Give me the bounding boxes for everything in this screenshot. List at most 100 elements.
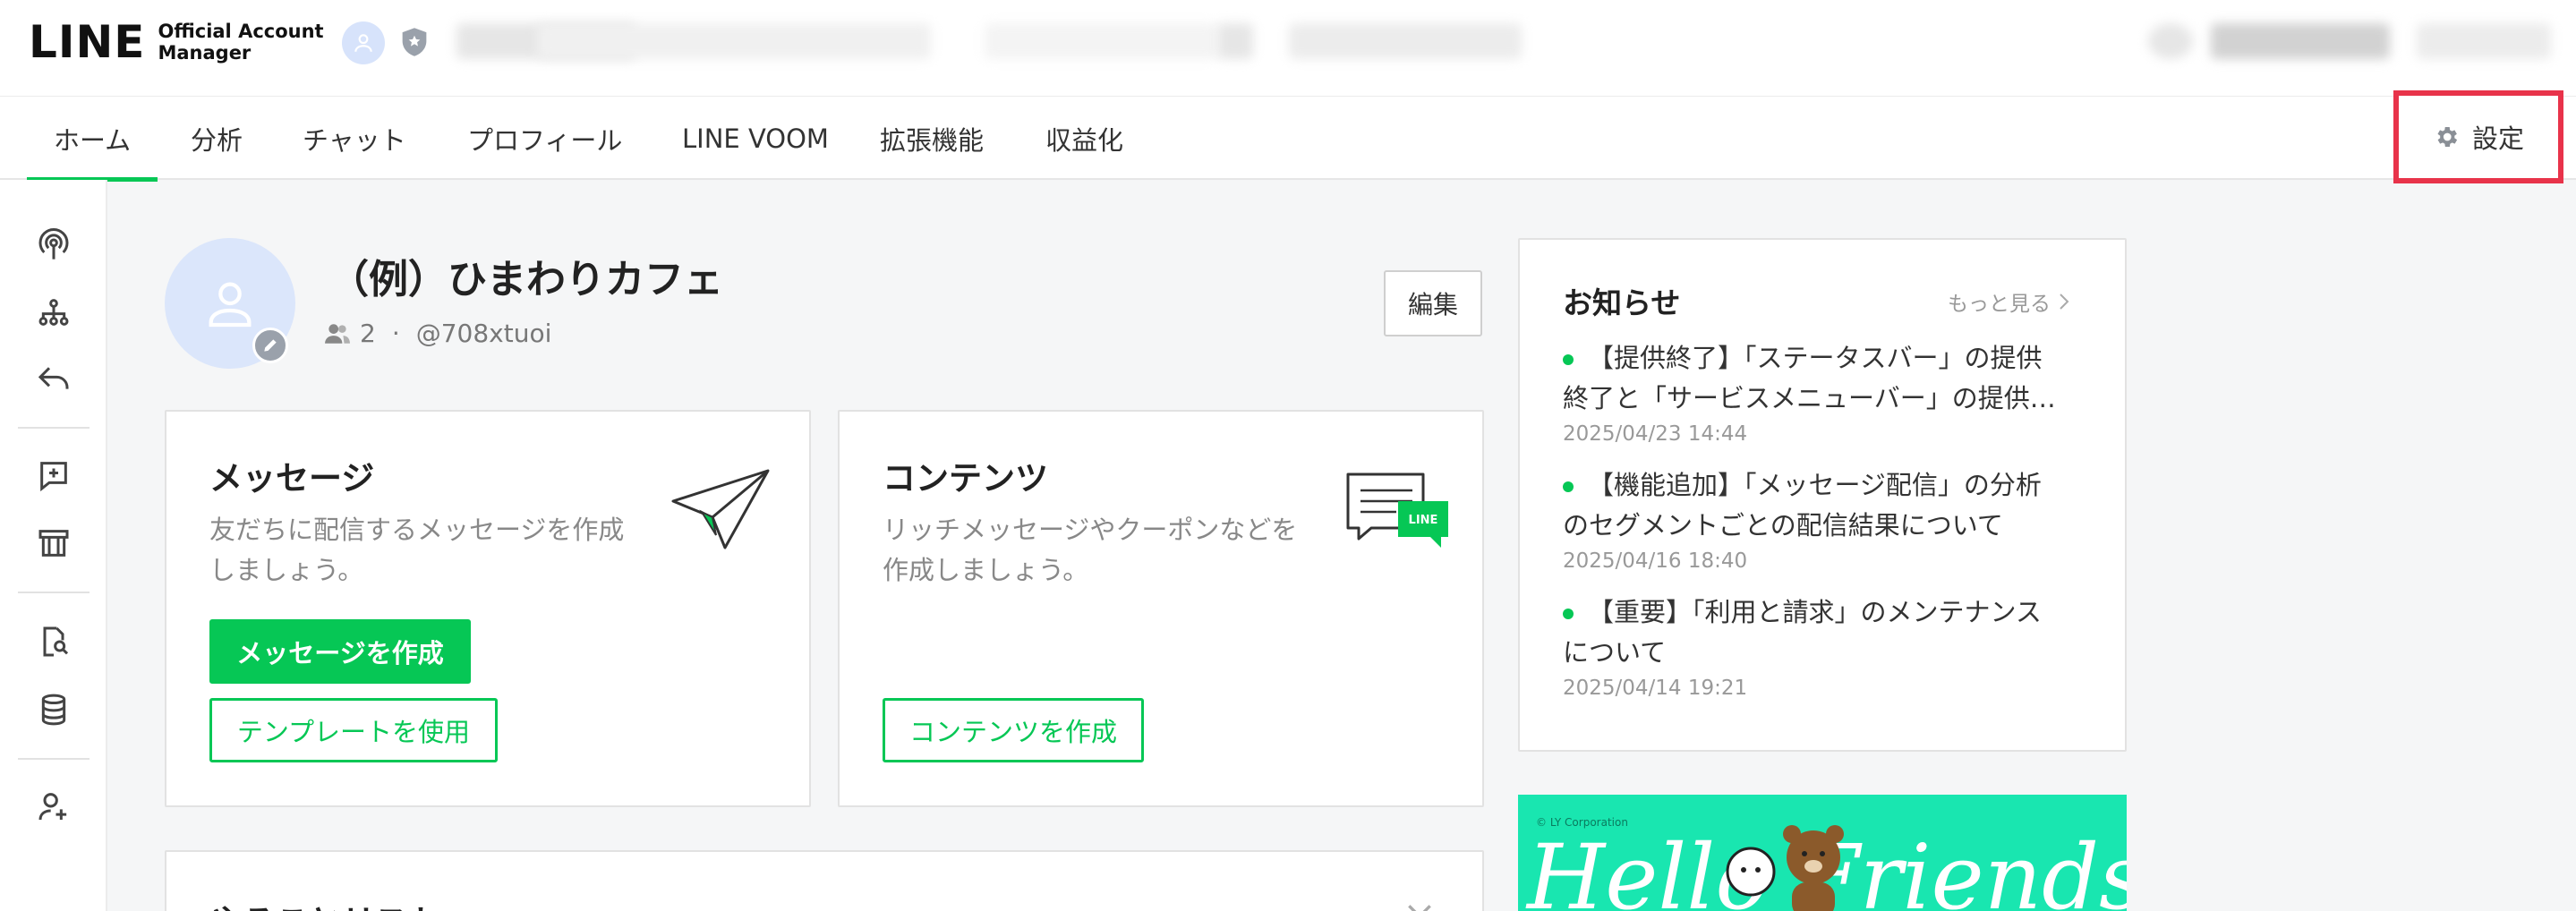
tab-analytics[interactable]: 分析 [191,97,243,180]
friends-count: 2 [360,319,376,348]
blurred-info [1289,23,1522,59]
main-nav: ホーム 分析 チャット プロフィール LINE VOOM 拡張機能 収益化 [0,97,2576,182]
content-card-description: リッチメッセージやクーポンなどを 作成しましょう。 [883,510,1297,591]
hierarchy-icon [38,299,69,326]
logo-sub-line2: Manager [158,42,252,64]
todo-list-title: やることリスト [209,895,441,911]
create-message-button[interactable]: メッセージを作成 [209,619,471,684]
news-item-text: 【機能追加】「メッセージ配信」の分析のセグメントごとの配信結果について [1563,465,2064,546]
sidebar-item-step-message[interactable] [32,291,75,334]
line-badge-text: LINE [1408,514,1438,527]
message-card-description: 友だちに配信するメッセージを作成 しましょう。 [209,510,624,591]
shop-icon [38,530,69,557]
edit-profile-button[interactable]: 編集 [1384,270,1482,336]
sidebar-item-add-friends[interactable] [32,785,75,828]
document-search-icon [43,626,69,657]
blurred-user-menu[interactable] [2417,23,2551,59]
news-more-label: もっと見る [1948,293,2051,316]
sidebar-item-coupon[interactable] [32,620,75,663]
news-line: 【重要】「利用と請求」のメンテナンス [1588,597,2042,627]
tab-label: 拡張機能 [880,124,985,156]
news-line: 【機能追加】「メッセージ配信」の分析 [1588,470,2042,500]
tab-label: 収益化 [1045,124,1124,156]
left-sidebar [0,180,107,911]
news-item[interactable]: 【提供終了】「ステータスバー」の提供 終了と「サービスメニューバー」の提供… 20… [1563,338,2064,446]
characters-illustration [1726,825,1844,911]
news-item[interactable]: 【機能追加】「メッセージ配信」の分析 のセグメントごとの配信結果について 2025… [1563,465,2064,573]
blurred-info [985,23,1217,59]
database-icon [41,694,66,726]
sidebar-divider [18,592,90,593]
news-item-date: 2025/04/14 19:21 [1563,677,1748,700]
desc-line: 友だちに配信するメッセージを作成 [209,515,625,545]
desc-line: 作成しましょう。 [883,555,1089,585]
tab-chat[interactable]: チャット [303,97,406,180]
desc-line: しましょう。 [209,555,364,585]
news-item-text: 【重要】「利用と請求」のメンテナンス について [1563,592,2064,673]
tab-line-voom[interactable]: LINE VOOM [682,97,829,180]
tab-extensions[interactable]: 拡張機能 [880,97,984,180]
sidebar-item-broadcast[interactable] [32,223,75,266]
pencil-icon [264,339,277,352]
tab-home[interactable]: ホーム [26,97,158,182]
tab-label: 分析 [191,124,243,156]
user-add-icon [38,793,67,821]
user-icon [209,282,252,328]
news-bullet [1563,609,1574,619]
news-line: のセグメントごとの配信結果について [1563,510,2003,541]
tab-label: LINE VOOM [682,123,829,154]
blurred-info [2148,23,2193,59]
gear-icon [2437,127,2458,147]
paper-plane-icon [671,469,770,549]
top-header: LINE Official Account Manager [0,0,2576,97]
promo-banner[interactable]: © LY Corporation Hello Friends! [1518,795,2127,911]
news-title: お知らせ [1563,285,1681,320]
verified-shield-icon [402,28,427,56]
blurred-info [1217,23,1253,59]
account-meta: 2 · @708xtuoi [324,319,551,348]
sidebar-divider [18,758,90,760]
chat-bubbles-icon: LINE [1344,471,1452,551]
friends-icon [325,323,350,344]
meta-separator: · [391,319,400,348]
user-icon [354,34,372,52]
news-line: 終了と「サービスメニューバー」の提供… [1563,383,2056,413]
chevron-right-icon [2060,294,2069,310]
news-more-link[interactable]: もっと見る [1948,286,2070,317]
sidebar-item-auto-reply[interactable] [32,357,75,400]
tab-label: チャット [303,124,406,156]
tab-profile[interactable]: プロフィール [467,97,622,180]
settings-button[interactable]: 設定 [2393,90,2563,183]
desc-line: リッチメッセージやクーポンなどを [883,515,1298,545]
settings-label: 設定 [2471,123,2524,154]
content-card-title: コンテンツ [883,459,1048,498]
broadcast-icon [38,227,69,260]
news-item-text: 【提供終了】「ステータスバー」の提供終了と「サービスメニューバー」の提供… [1563,338,2064,419]
news-bullet [1563,481,1574,492]
news-bullet [1563,354,1574,365]
line-oa-manager-logo[interactable]: LINE Official Account Manager [29,16,324,68]
avatar-edit-button[interactable] [252,328,288,363]
account-id: @708xtuoi [415,319,552,348]
reply-icon [38,367,69,389]
blurred-info [537,23,931,59]
sidebar-divider [18,427,90,429]
use-template-button[interactable]: テンプレートを使用 [209,698,498,762]
account-name: （例）ひまわりカフェ [329,257,723,302]
close-icon[interactable] [1402,898,1437,911]
app-root: LINE Official Account Manager ホーム 分析 チャッ… [0,0,2576,911]
content-card: コンテンツ リッチメッセージやクーポンなどを 作成しましょう。 LINE コンテ… [838,410,1484,807]
news-item[interactable]: 【重要】「利用と請求」のメンテナンス について 2025/04/14 19:21 [1563,592,2064,700]
account-avatar-small[interactable] [342,21,385,64]
news-line: 【提供終了】「ステータスバー」の提供 [1588,343,2043,373]
create-content-button[interactable]: コンテンツを作成 [883,698,1144,762]
message-card: メッセージ 友だちに配信するメッセージを作成 しましょう。 メッセージを作成 テ… [165,410,811,807]
sidebar-item-shop[interactable] [32,522,75,565]
message-card-title: メッセージ [209,459,375,498]
sidebar-item-greeting[interactable] [32,454,75,497]
todo-list-card: やることリスト [165,850,1484,911]
tab-monetization[interactable]: 収益化 [1045,97,1123,180]
sidebar-item-database[interactable] [32,688,75,731]
logo-sub-text: Official Account Manager [158,21,323,64]
blurred-user-menu[interactable] [2211,23,2390,59]
